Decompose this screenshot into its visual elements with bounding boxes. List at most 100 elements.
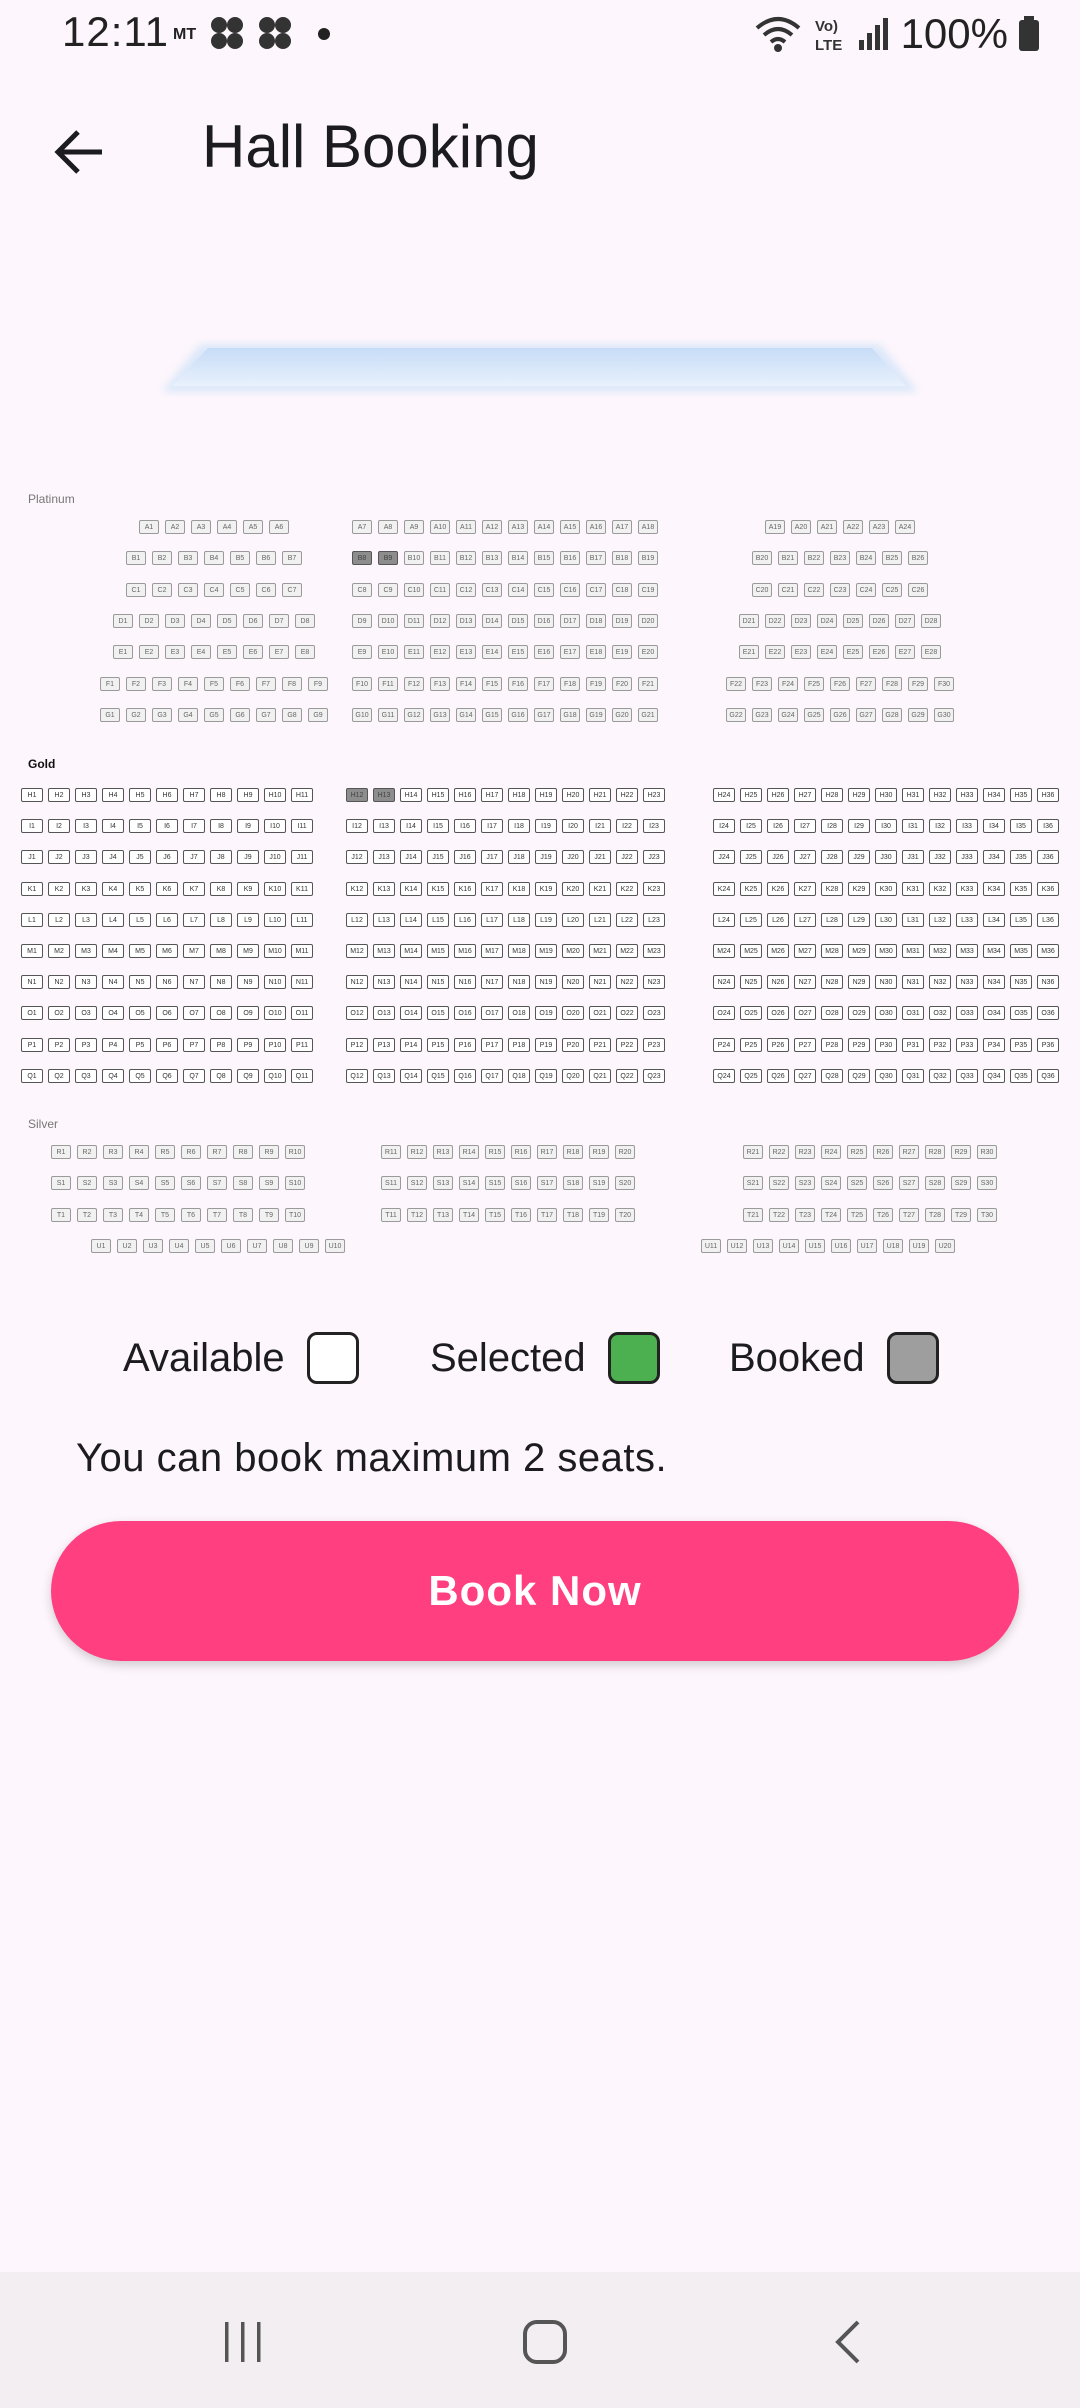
seat-f5[interactable]: F5: [204, 677, 224, 691]
seat-g12[interactable]: G12: [404, 708, 424, 722]
seat-f28[interactable]: F28: [882, 677, 902, 691]
seat-d3[interactable]: D3: [165, 614, 185, 628]
seat-o23[interactable]: O23: [643, 1006, 665, 1020]
seat-d24[interactable]: D24: [817, 614, 837, 628]
seat-m21[interactable]: M21: [589, 944, 611, 958]
seat-a7[interactable]: A7: [352, 520, 372, 534]
seat-o17[interactable]: O17: [481, 1006, 503, 1020]
seat-s28[interactable]: S28: [925, 1176, 945, 1190]
seat-s20[interactable]: S20: [615, 1176, 635, 1190]
seat-p5[interactable]: P5: [129, 1038, 151, 1052]
seat-g13[interactable]: G13: [430, 708, 450, 722]
seat-l6[interactable]: L6: [156, 913, 178, 927]
seat-m27[interactable]: M27: [794, 944, 816, 958]
seat-e23[interactable]: E23: [791, 645, 811, 659]
seat-o14[interactable]: O14: [400, 1006, 422, 1020]
seat-u7[interactable]: U7: [247, 1239, 267, 1253]
seat-p16[interactable]: P16: [454, 1038, 476, 1052]
seat-d18[interactable]: D18: [586, 614, 606, 628]
seat-t6[interactable]: T6: [181, 1208, 201, 1222]
seat-k30[interactable]: K30: [875, 882, 897, 896]
seat-i1[interactable]: I1: [21, 819, 43, 833]
seat-m5[interactable]: M5: [129, 944, 151, 958]
seat-p19[interactable]: P19: [535, 1038, 557, 1052]
seat-i21[interactable]: I21: [589, 819, 611, 833]
seat-q20[interactable]: Q20: [562, 1069, 584, 1083]
seat-k13[interactable]: K13: [373, 882, 395, 896]
seat-k22[interactable]: K22: [616, 882, 638, 896]
seat-p9[interactable]: P9: [237, 1038, 259, 1052]
seat-g4[interactable]: G4: [178, 708, 198, 722]
seat-d8[interactable]: D8: [295, 614, 315, 628]
seat-q29[interactable]: Q29: [848, 1069, 870, 1083]
seat-l12[interactable]: L12: [346, 913, 368, 927]
seat-o35[interactable]: O35: [1010, 1006, 1032, 1020]
seat-n3[interactable]: N3: [75, 975, 97, 989]
seat-u11[interactable]: U11: [701, 1239, 721, 1253]
seat-o22[interactable]: O22: [616, 1006, 638, 1020]
seat-o27[interactable]: O27: [794, 1006, 816, 1020]
seat-p18[interactable]: P18: [508, 1038, 530, 1052]
seat-m22[interactable]: M22: [616, 944, 638, 958]
seat-m34[interactable]: M34: [983, 944, 1005, 958]
seat-e19[interactable]: E19: [612, 645, 632, 659]
seat-e25[interactable]: E25: [843, 645, 863, 659]
seat-p29[interactable]: P29: [848, 1038, 870, 1052]
seat-q32[interactable]: Q32: [929, 1069, 951, 1083]
seat-i18[interactable]: I18: [508, 819, 530, 833]
seat-d28[interactable]: D28: [921, 614, 941, 628]
seat-m28[interactable]: M28: [821, 944, 843, 958]
seat-d15[interactable]: D15: [508, 614, 528, 628]
seat-s24[interactable]: S24: [821, 1176, 841, 1190]
seat-p8[interactable]: P8: [210, 1038, 232, 1052]
seat-b1[interactable]: B1: [126, 551, 146, 565]
seat-o25[interactable]: O25: [740, 1006, 762, 1020]
seat-j8[interactable]: J8: [210, 850, 232, 864]
seat-g20[interactable]: G20: [612, 708, 632, 722]
seat-l9[interactable]: L9: [237, 913, 259, 927]
seat-s8[interactable]: S8: [233, 1176, 253, 1190]
seat-i27[interactable]: I27: [794, 819, 816, 833]
seat-f18[interactable]: F18: [560, 677, 580, 691]
seat-p25[interactable]: P25: [740, 1038, 762, 1052]
seat-b22[interactable]: B22: [804, 551, 824, 565]
seat-n4[interactable]: N4: [102, 975, 124, 989]
seat-p15[interactable]: P15: [427, 1038, 449, 1052]
seat-g29[interactable]: G29: [908, 708, 928, 722]
seat-j25[interactable]: J25: [740, 850, 762, 864]
seat-o32[interactable]: O32: [929, 1006, 951, 1020]
seat-d9[interactable]: D9: [352, 614, 372, 628]
seat-c25[interactable]: C25: [882, 583, 902, 597]
seat-h34[interactable]: H34: [983, 788, 1005, 802]
seat-k31[interactable]: K31: [902, 882, 924, 896]
seat-t3[interactable]: T3: [103, 1208, 123, 1222]
seat-j36[interactable]: J36: [1037, 850, 1059, 864]
seat-q11[interactable]: Q11: [291, 1069, 313, 1083]
seat-o36[interactable]: O36: [1037, 1006, 1059, 1020]
seat-p3[interactable]: P3: [75, 1038, 97, 1052]
seat-j18[interactable]: J18: [508, 850, 530, 864]
seat-h26[interactable]: H26: [767, 788, 789, 802]
seat-c5[interactable]: C5: [230, 583, 250, 597]
seat-e14[interactable]: E14: [482, 645, 502, 659]
seat-a18[interactable]: A18: [638, 520, 658, 534]
seat-l35[interactable]: L35: [1010, 913, 1032, 927]
seat-j21[interactable]: J21: [589, 850, 611, 864]
seat-p23[interactable]: P23: [643, 1038, 665, 1052]
seat-n22[interactable]: N22: [616, 975, 638, 989]
seat-o21[interactable]: O21: [589, 1006, 611, 1020]
seat-a17[interactable]: A17: [612, 520, 632, 534]
seat-i11[interactable]: I11: [291, 819, 313, 833]
seat-o1[interactable]: O1: [21, 1006, 43, 1020]
seat-j30[interactable]: J30: [875, 850, 897, 864]
seat-g6[interactable]: G6: [230, 708, 250, 722]
seat-t10[interactable]: T10: [285, 1208, 305, 1222]
seat-m7[interactable]: M7: [183, 944, 205, 958]
seat-p31[interactable]: P31: [902, 1038, 924, 1052]
seat-g22[interactable]: G22: [726, 708, 746, 722]
seat-n32[interactable]: N32: [929, 975, 951, 989]
seat-b26[interactable]: B26: [908, 551, 928, 565]
seat-n25[interactable]: N25: [740, 975, 762, 989]
seat-m17[interactable]: M17: [481, 944, 503, 958]
seat-g2[interactable]: G2: [126, 708, 146, 722]
